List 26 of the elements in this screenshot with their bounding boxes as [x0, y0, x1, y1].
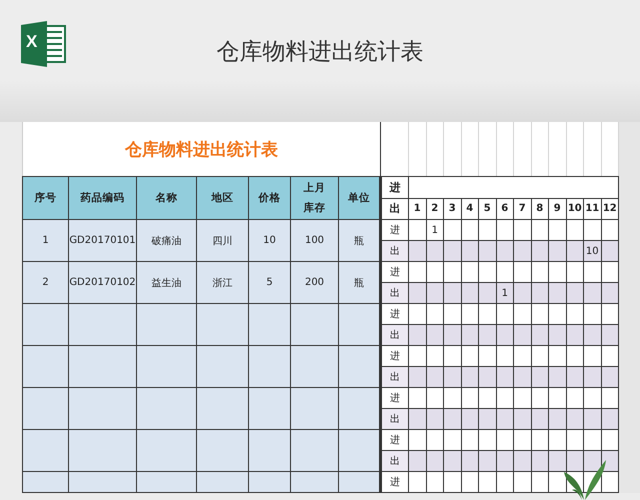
- flow-header: 进: [380, 176, 409, 198]
- table-cell: 200: [290, 262, 338, 304]
- column-header: 价格: [248, 176, 290, 220]
- table-cell: 1: [22, 220, 68, 262]
- column-header: 序号: [22, 176, 68, 220]
- page-title: 仓库物料进出统计表: [216, 38, 424, 67]
- column-header: 单位: [338, 176, 381, 220]
- table-cell: 2: [22, 262, 68, 304]
- table-cell: 四川: [196, 220, 248, 262]
- table-cell: 1: [426, 220, 444, 240]
- table-cell: 5: [248, 262, 290, 304]
- column-header: 名称: [136, 176, 196, 220]
- column-header: 地区: [196, 176, 248, 220]
- table-cell: GD20170101: [68, 220, 136, 262]
- table-cell: 10: [584, 240, 602, 262]
- column-header: 药品编码: [68, 176, 136, 220]
- column-header: 上月库存: [290, 176, 338, 220]
- table-cell: GD20170102: [68, 262, 136, 304]
- table-cell: 瓶: [338, 262, 381, 304]
- table-cell: 破痛油: [136, 220, 196, 262]
- table-cell: 浙江: [196, 262, 248, 304]
- table-cell: 100: [290, 220, 338, 262]
- table-cell: 益生油: [136, 262, 196, 304]
- table-cell: 10: [248, 220, 290, 262]
- table-cell: 瓶: [338, 220, 381, 262]
- table-cell: 1: [496, 282, 514, 304]
